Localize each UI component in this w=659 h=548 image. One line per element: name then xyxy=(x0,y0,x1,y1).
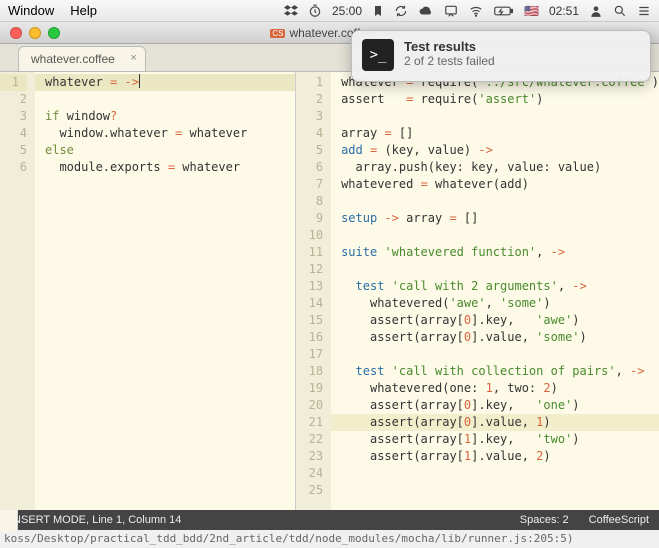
user-icon[interactable] xyxy=(589,4,603,18)
chat-icon[interactable] xyxy=(444,4,458,18)
code-line[interactable] xyxy=(341,193,659,210)
code-line[interactable]: add = (key, value) -> xyxy=(341,142,659,159)
code-line[interactable] xyxy=(341,482,659,499)
timer-icon[interactable] xyxy=(308,4,322,18)
menu-help[interactable]: Help xyxy=(70,3,97,18)
code-line[interactable]: module.exports = whatever xyxy=(45,159,295,176)
terminal-icon: >_ xyxy=(362,39,394,71)
left-editor-pane[interactable]: 123456 whatever = -> if window? window.wh… xyxy=(0,72,295,510)
code-line[interactable]: suite 'whatevered function', -> xyxy=(341,244,659,261)
tab-close-icon[interactable]: × xyxy=(130,52,136,64)
code-line[interactable]: whatevered(one: 1, two: 2) xyxy=(341,380,659,397)
flag-icon[interactable]: 🇺🇸 xyxy=(524,4,539,18)
bookmark-icon[interactable] xyxy=(372,4,384,18)
code-line[interactable]: else xyxy=(45,142,295,159)
right-editor-pane[interactable]: 1234567891011121314151617181920212223242… xyxy=(295,72,659,510)
code-line[interactable]: assert(array[0].key, 'one') xyxy=(341,397,659,414)
code-line[interactable]: assert(array[1].key, 'two') xyxy=(341,431,659,448)
background-terminal-line: koss/Desktop/practical_tdd_bdd/2nd_artic… xyxy=(0,530,659,548)
close-window-button[interactable] xyxy=(10,27,22,39)
code-line[interactable]: whatever = -> xyxy=(35,74,295,91)
left-gutter: 123456 xyxy=(0,72,35,510)
clock-value: 02:51 xyxy=(549,4,579,18)
code-line[interactable]: setup -> array = [] xyxy=(341,210,659,227)
editor-split: 123456 whatever = -> if window? window.wh… xyxy=(0,72,659,510)
notification-body: 2 of 2 tests failed xyxy=(404,54,495,68)
sync-icon[interactable] xyxy=(394,4,408,18)
notification-title: Test results xyxy=(404,39,495,54)
code-line[interactable]: window.whatever = whatever xyxy=(45,125,295,142)
code-line[interactable] xyxy=(341,346,659,363)
code-line[interactable]: assert(array[0].key, 'awe') xyxy=(341,312,659,329)
code-line[interactable] xyxy=(341,465,659,482)
code-line[interactable]: whatevered = whatever(add) xyxy=(341,176,659,193)
timer-value: 25:00 xyxy=(332,4,362,18)
status-language[interactable]: CoffeeScript xyxy=(589,514,649,526)
battery-icon[interactable] xyxy=(494,5,514,17)
right-code[interactable]: whatever = require('../src/whatever.coff… xyxy=(331,72,659,510)
code-line[interactable] xyxy=(45,91,295,108)
minimize-window-button[interactable] xyxy=(29,27,41,39)
test-results-notification[interactable]: >_ Test results 2 of 2 tests failed xyxy=(351,30,651,82)
dropbox-icon[interactable] xyxy=(284,4,298,18)
code-line[interactable]: assert(array[0].value, 'some') xyxy=(341,329,659,346)
code-line[interactable] xyxy=(341,227,659,244)
code-line[interactable]: if window? xyxy=(45,108,295,125)
code-line[interactable]: assert(array[0].value, 1) xyxy=(331,414,659,431)
status-bar: INSERT MODE, Line 1, Column 14 Spaces: 2… xyxy=(0,510,659,530)
code-line[interactable]: test 'call with 2 arguments', -> xyxy=(341,278,659,295)
tab-whatever-coffee[interactable]: whatever.coffee × xyxy=(18,46,146,71)
right-gutter: 1234567891011121314151617181920212223242… xyxy=(296,72,331,510)
status-mode: INSERT MODE, Line 1, Column 14 xyxy=(10,514,181,526)
code-line[interactable] xyxy=(341,261,659,278)
code-line[interactable]: whatevered('awe', 'some') xyxy=(341,295,659,312)
code-line[interactable]: assert(array[1].value, 2) xyxy=(341,448,659,465)
code-line[interactable]: array = [] xyxy=(341,125,659,142)
macos-menubar: Window Help 25:00 🇺🇸 02:51 xyxy=(0,0,659,22)
menubar-tray: 25:00 🇺🇸 02:51 xyxy=(284,4,651,18)
zoom-window-button[interactable] xyxy=(48,27,60,39)
list-icon[interactable] xyxy=(637,4,651,18)
menu-window[interactable]: Window xyxy=(8,3,54,18)
left-code[interactable]: whatever = -> if window? window.whatever … xyxy=(35,72,295,510)
code-line[interactable]: assert = require('assert') xyxy=(341,91,659,108)
file-badge: CS xyxy=(270,29,285,38)
code-line[interactable] xyxy=(341,108,659,125)
code-line[interactable]: test 'call with collection of pairs', -> xyxy=(341,363,659,380)
wifi-icon[interactable] xyxy=(468,4,484,18)
tab-label: whatever.coffee xyxy=(31,52,115,66)
status-spaces[interactable]: Spaces: 2 xyxy=(520,514,569,526)
spotlight-icon[interactable] xyxy=(613,4,627,18)
cloud-icon[interactable] xyxy=(418,4,434,18)
code-line[interactable]: array.push(key: key, value: value) xyxy=(341,159,659,176)
